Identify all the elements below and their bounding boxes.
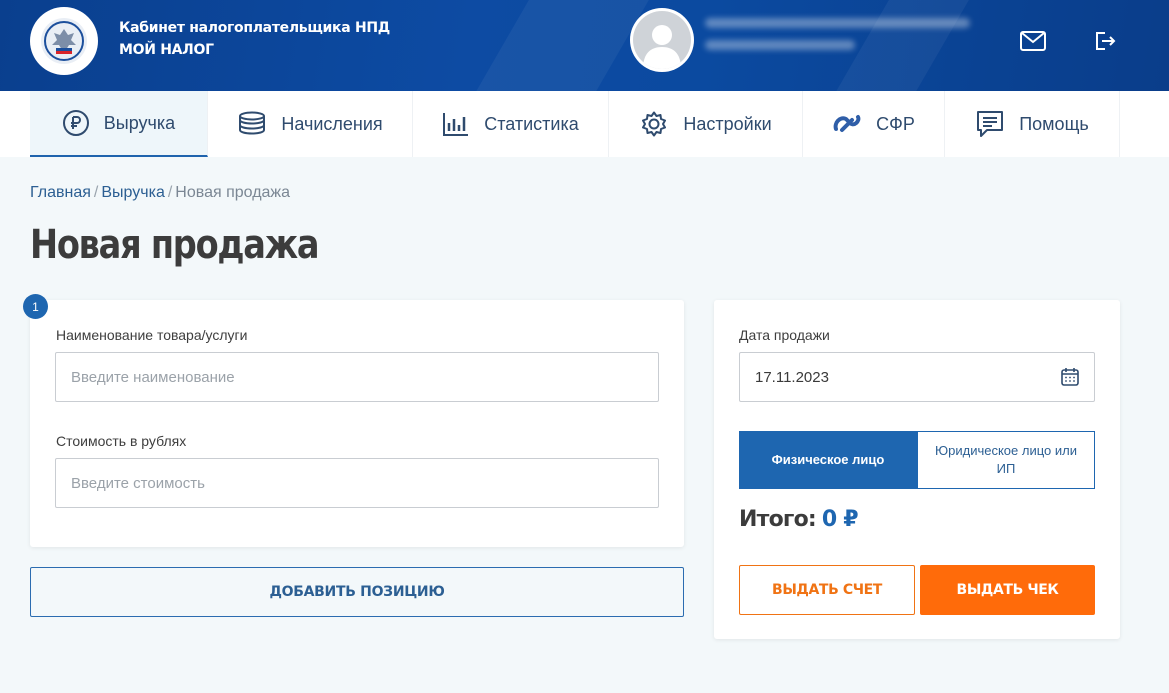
issue-invoice-button[interactable]: ВЫДАТЬ СЧЕТ: [739, 565, 915, 615]
position-number-badge: 1: [23, 294, 48, 319]
item-price-label: Стоимость в рублях: [56, 433, 187, 449]
nav-label: СФР: [876, 113, 915, 134]
item-name-label: Наименование товара/услуги: [56, 327, 248, 343]
buyer-individual-toggle[interactable]: Физическое лицо: [739, 431, 917, 489]
nav-label: Помощь: [1019, 113, 1089, 134]
add-position-button[interactable]: ДОБАВИТЬ ПОЗИЦИЮ: [30, 567, 684, 617]
nav-label: Настройки: [683, 113, 772, 134]
app-header: Кабинет налогоплательщика НПД МОЙ НАЛОГ: [0, 0, 1169, 91]
nav-accruals[interactable]: Начисления: [208, 91, 413, 157]
sale-date-input[interactable]: 17.11.2023: [739, 352, 1095, 402]
total-label: Итого:: [739, 507, 817, 532]
user-info-blurred: [705, 18, 975, 62]
nav-settings[interactable]: Настройки: [609, 91, 803, 157]
breadcrumb-revenue[interactable]: Выручка: [101, 184, 164, 201]
brand-title: Кабинет налогоплательщика НПД: [119, 20, 390, 36]
breadcrumb-home[interactable]: Главная: [30, 184, 91, 201]
item-price-input[interactable]: Введите стоимость: [55, 458, 659, 508]
app-brand: Кабинет налогоплательщика НПД МОЙ НАЛОГ: [119, 17, 390, 61]
sale-date-value: 17.11.2023: [755, 368, 829, 386]
envelope-icon[interactable]: [1018, 28, 1048, 54]
breadcrumb-separator: /: [167, 184, 173, 201]
item-name-input[interactable]: Введите наименование: [55, 352, 659, 402]
buyer-legal-toggle[interactable]: Юридическое лицо или ИП: [917, 431, 1095, 489]
main-nav: Выручка Начисления Статистика Настройки …: [0, 91, 1169, 157]
page-title: Новая продажа: [30, 222, 320, 268]
nav-sfr[interactable]: СФР: [803, 91, 945, 157]
fns-logo[interactable]: [30, 7, 98, 75]
total-amount: 0 ₽: [821, 507, 859, 532]
coins-stack-icon: [239, 111, 266, 135]
calendar-icon[interactable]: [1060, 367, 1080, 391]
chat-help-icon: [977, 111, 1004, 137]
breadcrumb: Главная / Выручка / Новая продажа: [30, 184, 290, 202]
eagle-emblem-icon: [44, 21, 84, 61]
total-summary: Итого: 0 ₽: [739, 507, 859, 532]
ruble-circle-icon: [62, 110, 89, 136]
issue-receipt-button[interactable]: ВЫДАТЬ ЧЕК: [920, 565, 1095, 615]
gear-icon: [642, 111, 667, 137]
brand-subtitle: МОЙ НАЛОГ: [119, 42, 214, 58]
breadcrumb-separator: /: [93, 184, 99, 201]
nav-label: Выручка: [103, 112, 176, 133]
nav-label: Статистика: [484, 113, 579, 134]
logout-icon[interactable]: [1090, 28, 1120, 54]
nav-help[interactable]: Помощь: [945, 91, 1120, 157]
sale-date-label: Дата продажи: [739, 327, 830, 343]
user-silhouette-icon: [643, 25, 681, 69]
user-avatar[interactable]: [630, 8, 694, 72]
bar-chart-icon: [443, 113, 469, 136]
breadcrumb-current: Новая продажа: [175, 184, 291, 201]
nav-label: Начисления: [281, 113, 383, 134]
sfr-logo-icon: [833, 115, 861, 132]
nav-statistics[interactable]: Статистика: [413, 91, 609, 157]
nav-revenue[interactable]: Выручка: [30, 91, 208, 157]
